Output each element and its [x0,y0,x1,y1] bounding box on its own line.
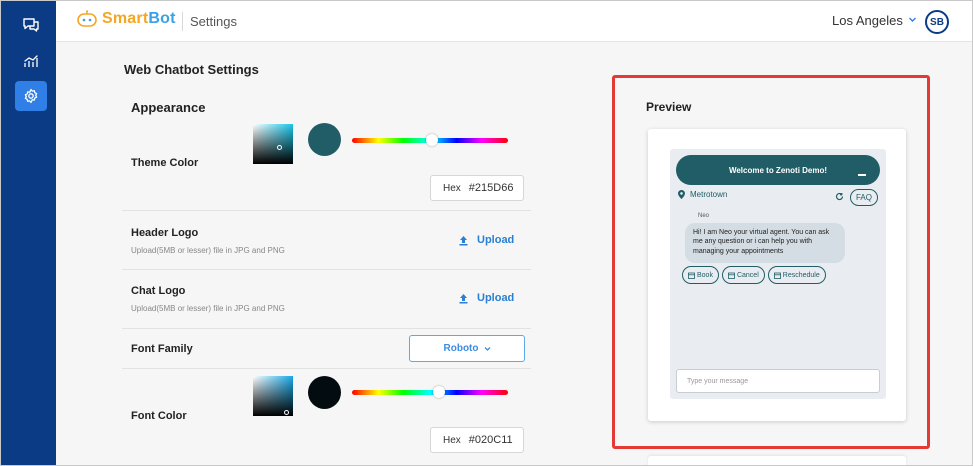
divider [122,328,531,329]
font-family-label: Font Family [131,343,193,355]
avatar[interactable]: SB [925,10,949,34]
font-hex-field[interactable]: Hex #020C11 [430,427,524,453]
calendar-icon [728,272,735,279]
font-hex-value: #020C11 [468,434,513,446]
settings-main: Web Chatbot Settings Appearance Theme Co… [56,42,972,465]
location-pin-icon [678,190,685,199]
chevron-down-icon [484,347,490,351]
header-logo-label: Header Logo [131,227,199,239]
page-title: Settings [190,14,237,29]
preview-card: Welcome to Zenoti Demo! Metrotown FAQ Ne… [648,129,906,421]
refresh-icon[interactable] [835,192,844,201]
font-hex-label: Hex [443,434,461,446]
chevron-down-icon[interactable] [908,15,917,24]
smartbot-logo[interactable]: SmartBot [76,10,176,28]
quick-reply-book[interactable]: Book [682,266,719,284]
font-family-value: Roboto [443,343,479,354]
quick-reply-label: Cancel [736,271,759,279]
theme-hex-value: #215D66 [468,182,514,194]
font-hue-slider[interactable] [352,390,508,395]
chat-logo-upload-label: Upload [477,292,515,304]
app-name: SmartBot [102,10,176,28]
appearance-title: Appearance [131,100,206,115]
theme-color-swatch [308,123,341,156]
chat-header: Welcome to Zenoti Demo! [676,155,880,185]
agent-name: Neo [698,213,710,219]
location-selector[interactable]: Los Angeles [832,13,903,28]
faq-button[interactable]: FAQ [850,189,878,206]
chat-logo-upload-button[interactable]: Upload [458,292,514,304]
chat-logo-label: Chat Logo [131,285,186,297]
divider [122,210,531,211]
chat-message-input[interactable]: Type your message [676,369,880,393]
font-color-picker-handle[interactable] [284,410,289,415]
settings-page-title: Web Chatbot Settings [124,62,259,77]
robot-logo-icon [77,10,97,27]
top-bar: SmartBot Settings Los Angeles SB [56,1,972,42]
sidebar-item-conversations[interactable] [15,10,47,40]
quick-reply-cancel[interactable]: Cancel [721,266,765,284]
chat-location: Metrotown [678,190,727,199]
calendar-icon [773,272,781,279]
agent-message-bubble: Hi! I am Neo your virtual agent. You can… [685,223,845,263]
theme-hue-slider-handle[interactable] [426,134,438,146]
font-hue-slider-handle[interactable] [433,386,445,398]
sidebar-item-analytics[interactable] [15,46,47,76]
quick-reply-label: Book [697,271,713,279]
quick-replies: Book Cancel Reschedule [682,266,826,284]
sidebar-item-settings[interactable] [15,81,47,111]
divider [122,368,531,369]
upload-icon [459,235,468,245]
chat-logo-hint: Upload(5MB or lesser) file in JPG and PN… [131,304,285,313]
font-color-swatch [308,376,341,409]
theme-hex-label: Hex [443,182,461,194]
header-logo-upload-label: Upload [477,234,515,246]
minimize-icon[interactable] [858,174,866,176]
font-color-label: Font Color [131,410,187,422]
upload-icon [459,293,468,303]
font-color-picker-square[interactable] [253,376,293,416]
divider [122,269,531,270]
quick-reply-label: Reschedule [782,271,820,279]
theme-color-picker-handle[interactable] [277,145,282,150]
chat-bubbles-icon [23,18,39,32]
chat-widget-preview: Welcome to Zenoti Demo! Metrotown FAQ Ne… [670,149,886,399]
topbar-divider [182,12,183,31]
font-family-select[interactable]: Roboto [409,335,525,362]
settings-gear-icon [24,88,38,104]
chat-header-title: Welcome to Zenoti Demo! [728,165,828,175]
theme-color-picker-square[interactable] [253,124,293,164]
theme-hex-field[interactable]: Hex #215D66 [430,175,524,201]
preview-secondary-card [648,456,906,465]
header-logo-hint: Upload(5MB or lesser) file in JPG and PN… [131,246,285,255]
calendar-icon [688,272,695,279]
app-name-part2: Bot [148,10,176,27]
analytics-chart-icon [24,55,38,67]
theme-color-label: Theme Color [131,157,199,169]
quick-reply-reschedule[interactable]: Reschedule [767,266,826,284]
sidebar [1,1,56,465]
header-logo-upload-button[interactable]: Upload [458,234,514,246]
app-name-part1: Smart [102,10,149,27]
app-window: SmartBot Settings Los Angeles SB Web Cha… [0,0,973,466]
chat-location-name: Metrotown [690,190,728,199]
preview-title: Preview [646,100,692,114]
